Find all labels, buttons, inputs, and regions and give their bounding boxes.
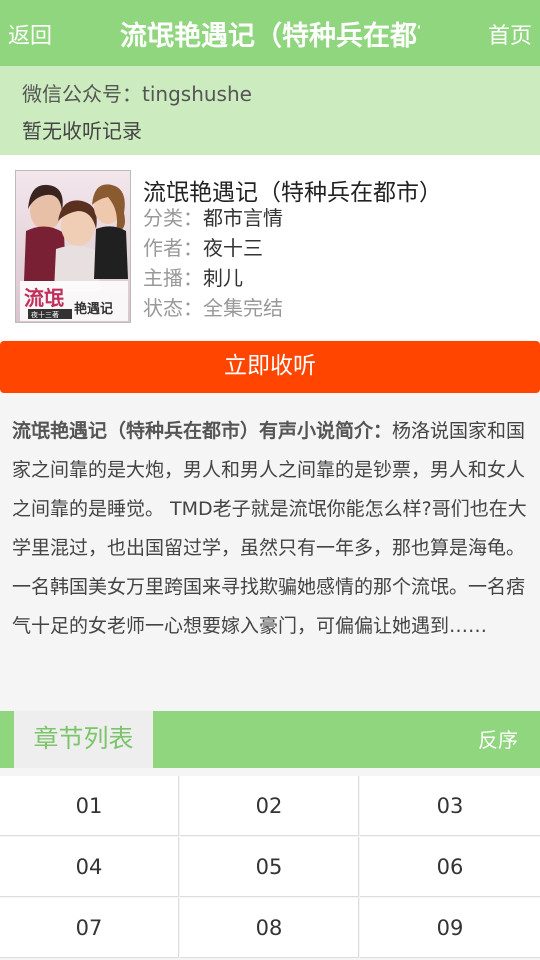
chapter-item[interactable]: 07	[0, 898, 179, 958]
listen-history-text: 暂无收听记录	[22, 119, 142, 143]
chapter-item[interactable]: 05	[180, 837, 359, 897]
wechat-account-text: 微信公众号：tingshushe	[22, 82, 252, 106]
book-cover-image[interactable]: 流氓 艳遇记 夜十三著	[15, 170, 131, 323]
home-link[interactable]: 首页	[488, 18, 532, 50]
chapter-item[interactable]: 08	[180, 898, 359, 958]
status-label: 状态：	[143, 296, 203, 320]
cover-author-text: 夜十三著	[31, 310, 59, 319]
tab-chapter-list[interactable]: 章节列表	[14, 711, 153, 768]
cover-title-text: 流氓	[24, 286, 64, 310]
book-narrator-row: 主播：刺儿	[143, 263, 442, 293]
category-label: 分类：	[143, 206, 203, 230]
narrator-label: 主播：	[143, 266, 203, 290]
book-info-card: 流氓 艳遇记 夜十三著 流氓艳遇记（特种兵在都市） 分类：都市言情 作者：夜十三…	[0, 155, 540, 340]
chapter-item[interactable]: 09	[360, 898, 540, 958]
intro-label: 流氓艳遇记（特种兵在都市）有声小说简介：	[12, 420, 393, 442]
book-introduction: 流氓艳遇记（特种兵在都市）有声小说简介：杨洛说国家和国家之间靠的是大炮，男人和男…	[12, 412, 528, 646]
page-title: 流氓艳遇记（特种兵在都市）	[120, 21, 420, 52]
cover-illustration: 流氓 艳遇记 夜十三著	[16, 171, 130, 322]
chapter-item[interactable]: 03	[360, 776, 540, 836]
top-nav-bar: 返回 流氓艳遇记（特种兵在都市） 首页	[0, 0, 540, 66]
chapter-item[interactable]: 04	[0, 837, 179, 897]
listen-now-button[interactable]: 立即收听	[0, 341, 540, 393]
narrator-value: 刺儿	[203, 266, 243, 290]
intro-text: 杨洛说国家和国家之间靠的是大炮，男人和男人之间靠的是钞票，男人和女人之间靠的是睡…	[12, 420, 527, 637]
author-value: 夜十三	[203, 236, 263, 260]
author-label: 作者：	[143, 236, 203, 260]
category-value: 都市言情	[203, 206, 283, 230]
back-link[interactable]: 返回	[8, 18, 52, 50]
chapter-item[interactable]: 02	[180, 776, 359, 836]
chapter-item[interactable]: 01	[0, 776, 179, 836]
book-details: 流氓艳遇记（特种兵在都市） 分类：都市言情 作者：夜十三 主播：刺儿 状态：全集…	[143, 173, 442, 323]
book-title: 流氓艳遇记（特种兵在都市）	[143, 180, 442, 206]
chapter-list-header: 章节列表 反序	[0, 711, 540, 768]
book-category-row: 分类：都市言情	[143, 203, 442, 233]
reverse-order-button[interactable]: 反序	[478, 724, 518, 753]
book-status-row: 状态：全集完结	[143, 293, 442, 323]
book-author-row: 作者：夜十三	[143, 233, 442, 263]
status-value: 全集完结	[203, 296, 283, 320]
chapter-item[interactable]: 06	[360, 837, 540, 897]
notice-panel: 微信公众号：tingshushe 暂无收听记录	[0, 66, 540, 155]
cover-subtitle-text: 艳遇记	[74, 301, 113, 317]
